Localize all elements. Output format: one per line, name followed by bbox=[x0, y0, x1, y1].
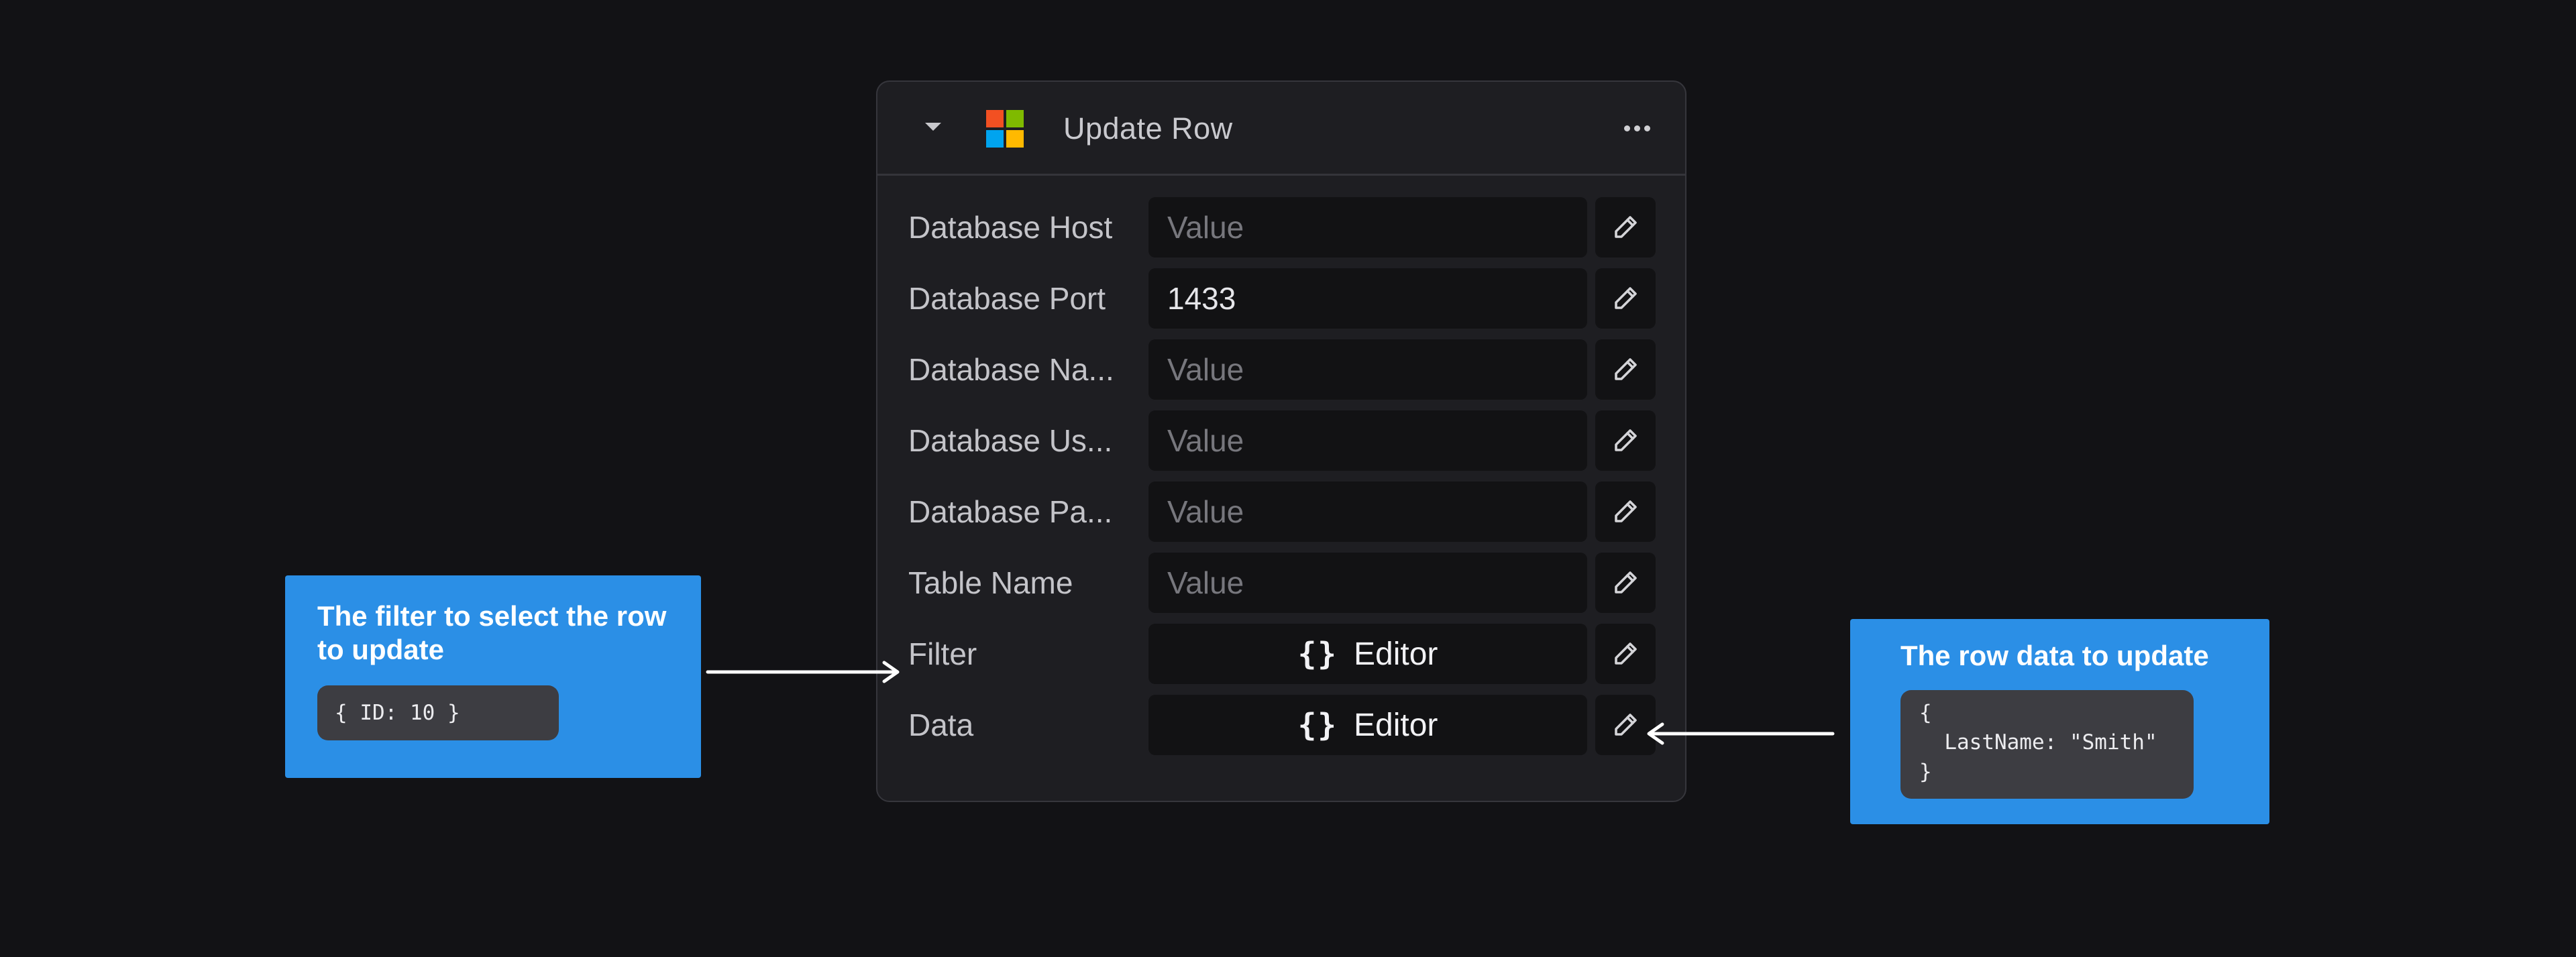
edit-database-user-button[interactable] bbox=[1595, 410, 1656, 471]
caret-down-icon bbox=[925, 123, 941, 131]
field-row-database-user: Database Us... bbox=[877, 409, 1685, 480]
pencil-icon bbox=[1615, 216, 1637, 238]
field-row-database-port: Database Port bbox=[877, 267, 1685, 338]
field-row-database-host: Database Host bbox=[877, 196, 1685, 267]
field-label: Database Host bbox=[908, 210, 1113, 245]
node-header: Update Row bbox=[877, 82, 1685, 176]
field-label: Table Name bbox=[908, 565, 1073, 600]
edit-database-port-button[interactable] bbox=[1595, 268, 1656, 329]
edit-database-host-button[interactable] bbox=[1595, 197, 1656, 258]
database-user-input[interactable] bbox=[1148, 410, 1587, 471]
field-row-table-name: Table Name bbox=[877, 551, 1685, 622]
field-label: Database Na... bbox=[908, 352, 1114, 387]
field-list: Database Host Database Port Database Na.… bbox=[877, 196, 1685, 765]
database-name-input[interactable] bbox=[1148, 339, 1587, 400]
more-options-button[interactable] bbox=[1617, 111, 1657, 145]
node-title: Update Row bbox=[1063, 111, 1233, 146]
field-row-database-name: Database Na... bbox=[877, 338, 1685, 409]
edit-database-password-button[interactable] bbox=[1595, 482, 1656, 542]
field-label: Database Port bbox=[908, 281, 1106, 316]
data-arrow-icon bbox=[1647, 722, 1835, 745]
more-dot-icon bbox=[1633, 125, 1640, 131]
data-editor-button[interactable]: {} Editor bbox=[1148, 695, 1587, 755]
braces-icon: {} bbox=[1297, 636, 1338, 672]
field-label: Data bbox=[908, 708, 974, 742]
database-password-input[interactable] bbox=[1148, 482, 1587, 542]
pencil-icon bbox=[1615, 714, 1637, 736]
filter-arrow-icon bbox=[706, 661, 900, 683]
filter-callout: The filter to select the row to update {… bbox=[285, 575, 701, 778]
filter-code-sample: { ID: 10 } bbox=[317, 685, 559, 740]
pencil-icon bbox=[1615, 429, 1637, 451]
database-port-input[interactable] bbox=[1148, 268, 1587, 329]
pencil-icon bbox=[1615, 500, 1637, 522]
callout-title: The filter to select the row to update bbox=[317, 600, 667, 665]
editor-button-label: Editor bbox=[1354, 636, 1438, 672]
more-dot-icon bbox=[1623, 125, 1630, 131]
logo-square-green bbox=[1006, 110, 1024, 127]
canvas: Update Row Database Host Database Port bbox=[0, 0, 2576, 957]
callout-title: The row data to update bbox=[1900, 640, 2209, 671]
pencil-icon bbox=[1615, 642, 1637, 665]
field-row-data: Data {} Editor bbox=[877, 693, 1685, 765]
edit-filter-button[interactable] bbox=[1595, 624, 1656, 684]
field-row-database-password: Database Pa... bbox=[877, 480, 1685, 551]
pencil-icon bbox=[1615, 571, 1637, 594]
edit-table-name-button[interactable] bbox=[1595, 553, 1656, 613]
field-label: Database Us... bbox=[908, 423, 1113, 458]
filter-editor-button[interactable]: {} Editor bbox=[1148, 624, 1587, 684]
table-name-input[interactable] bbox=[1148, 553, 1587, 613]
collapse-button[interactable] bbox=[916, 110, 950, 144]
database-host-input[interactable] bbox=[1148, 197, 1587, 258]
logo-square-blue bbox=[986, 130, 1004, 148]
data-callout: The row data to update { LastName: "Smit… bbox=[1850, 619, 2269, 824]
update-row-node[interactable]: Update Row Database Host Database Port bbox=[876, 80, 1686, 802]
braces-icon: {} bbox=[1297, 707, 1338, 743]
field-row-filter: Filter {} Editor bbox=[877, 622, 1685, 693]
logo-square-red bbox=[986, 110, 1004, 127]
data-code-sample: { LastName: "Smith" } bbox=[1900, 690, 2194, 799]
more-dot-icon bbox=[1644, 125, 1650, 131]
microsoft-logo-icon bbox=[986, 110, 1024, 148]
editor-button-label: Editor bbox=[1354, 707, 1438, 743]
logo-square-yellow bbox=[1006, 130, 1024, 148]
pencil-icon bbox=[1615, 287, 1637, 309]
edit-database-name-button[interactable] bbox=[1595, 339, 1656, 400]
field-label: Filter bbox=[908, 636, 977, 671]
field-label: Database Pa... bbox=[908, 494, 1113, 529]
pencil-icon bbox=[1615, 358, 1637, 380]
